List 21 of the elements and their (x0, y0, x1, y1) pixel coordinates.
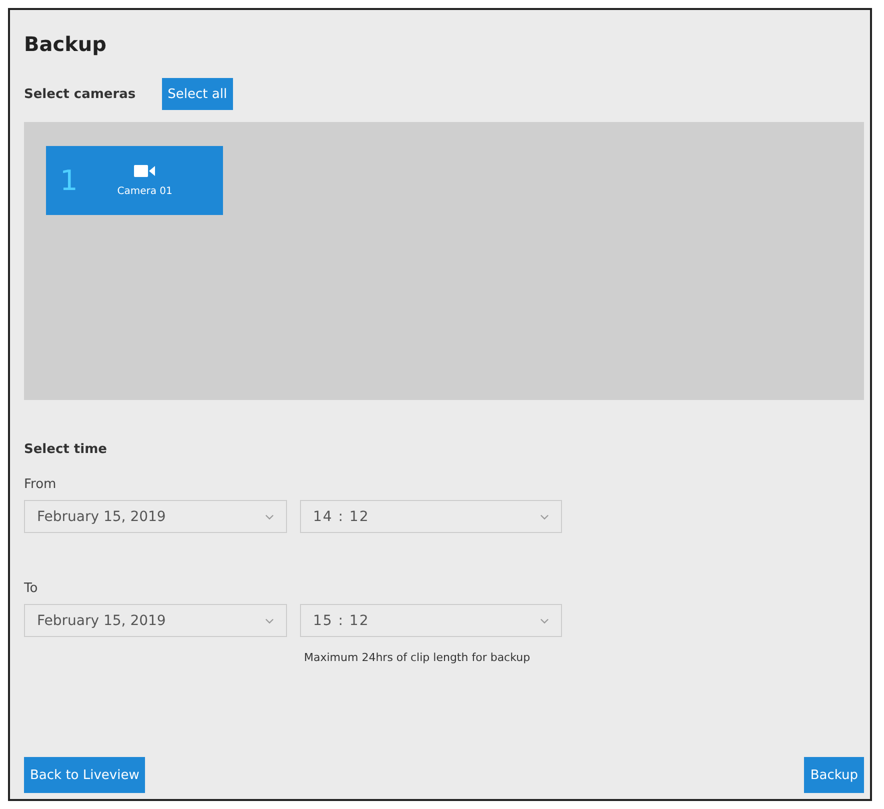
select-all-button[interactable]: Select all (162, 78, 234, 110)
chevron-down-icon (265, 514, 274, 520)
back-to-liveview-button[interactable]: Back to Liveview (24, 757, 146, 793)
section-label: Select time (24, 442, 108, 457)
date-dropdown[interactable]: February 15, 2019 (24, 604, 287, 637)
chevron-down-icon (540, 618, 549, 624)
time-dropdown[interactable]: 14 : 12 (300, 500, 562, 533)
hint-text: Maximum 24hrs of clip length for backup (304, 651, 532, 664)
video-camera-icon (134, 164, 156, 178)
camera-name: Camera 01 (117, 186, 172, 197)
window-title: Backup (24, 32, 108, 56)
backup-button[interactable]: Backup (804, 757, 864, 793)
section-label: Select cameras (24, 86, 136, 102)
field-label: To (24, 581, 39, 596)
chevron-down-icon (540, 514, 549, 520)
date-dropdown[interactable]: February 15, 2019 (24, 500, 287, 533)
time-dropdown[interactable]: 15 : 12 (300, 604, 562, 637)
chevron-down-icon (265, 618, 274, 624)
camera-number: 1 (60, 164, 78, 196)
camera-tile[interactable]: 1 Camera 01 (46, 146, 223, 215)
field-label: From (24, 477, 58, 492)
